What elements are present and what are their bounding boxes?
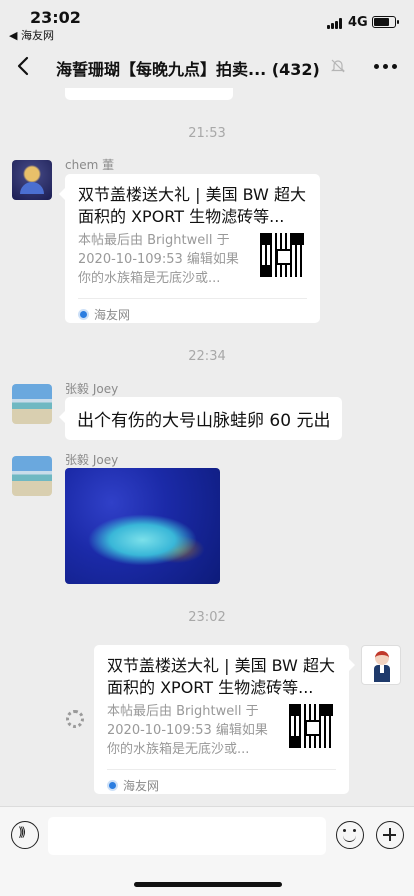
time-separator: 21:53: [188, 126, 226, 141]
card-source: 海友网: [78, 306, 130, 323]
mute-bell-icon: [331, 59, 345, 73]
more-icon[interactable]: [374, 64, 398, 70]
avatar-joey[interactable]: [12, 384, 52, 424]
battery-icon: [372, 16, 399, 28]
emoji-icon[interactable]: [336, 821, 364, 849]
avatar-chem[interactable]: [12, 160, 52, 200]
shared-link-card[interactable]: 双节盖楼送大礼 | 美国 BW 超大面积的 XPORT 生物滤砖等... 本帖最…: [59, 174, 320, 323]
home-indicator[interactable]: [134, 882, 282, 887]
site-logo-icon: [107, 780, 118, 791]
card-description: 本帖最后由 Brightwell 于 2020-10-109:53 编辑如果你的…: [78, 233, 239, 286]
card-source: 海友网: [107, 777, 159, 794]
previous-message-bubble[interactable]: [65, 88, 233, 100]
back-to-app-link[interactable]: ◀ 海友网: [9, 27, 54, 43]
plus-icon[interactable]: [376, 821, 404, 849]
message-list[interactable]: 21:53 chem 董 双节盖楼送大礼 | 美国 BW 超大面积的 XPORT…: [0, 88, 414, 806]
sender-name: 张毅 Joey: [65, 382, 119, 396]
avatar-self[interactable]: [361, 645, 401, 685]
voice-icon[interactable]: [11, 821, 39, 849]
card-description: 本帖最后由 Brightwell 于 2020-10-109:53 编辑如果你的…: [107, 704, 268, 757]
chat-header: 海誓珊瑚【每晚九点】拍卖... (432): [0, 44, 414, 88]
sender-name: chem 董: [65, 158, 115, 172]
text-message-bubble[interactable]: 出个有伤的大号山脉蛙卵 60 元出: [58, 397, 343, 440]
qr-code-thumbnail: [289, 704, 333, 748]
shared-link-card[interactable]: 双节盖楼送大礼 | 美国 BW 超大面积的 XPORT 生物滤砖等... 本帖最…: [94, 645, 355, 794]
status-bar: 23:02 ◀ 海友网 4G: [0, 0, 414, 44]
time-separator: 22:34: [188, 349, 226, 364]
chat-title: 海誓珊瑚【每晚九点】拍卖... (432): [56, 60, 320, 79]
card-title: 双节盖楼送大礼 | 美国 BW 超大面积的 XPORT 生物滤砖等...: [78, 185, 306, 226]
avatar-joey[interactable]: [12, 456, 52, 496]
coral-photo-message[interactable]: [65, 468, 220, 584]
message-input[interactable]: [48, 817, 326, 855]
time-separator: 23:02: [188, 610, 226, 625]
qr-code-thumbnail: [260, 233, 304, 277]
card-divider: [78, 298, 307, 299]
signal-icon: [327, 18, 344, 29]
sending-spinner-icon: [66, 710, 84, 728]
card-divider: [107, 769, 336, 770]
back-arrow-icon[interactable]: [14, 55, 34, 77]
status-time: 23:02: [30, 8, 81, 27]
network-type: 4G: [348, 15, 368, 30]
sender-name: 张毅 Joey: [65, 453, 119, 467]
card-title: 双节盖楼送大礼 | 美国 BW 超大面积的 XPORT 生物滤砖等...: [107, 656, 335, 697]
site-logo-icon: [78, 309, 89, 320]
